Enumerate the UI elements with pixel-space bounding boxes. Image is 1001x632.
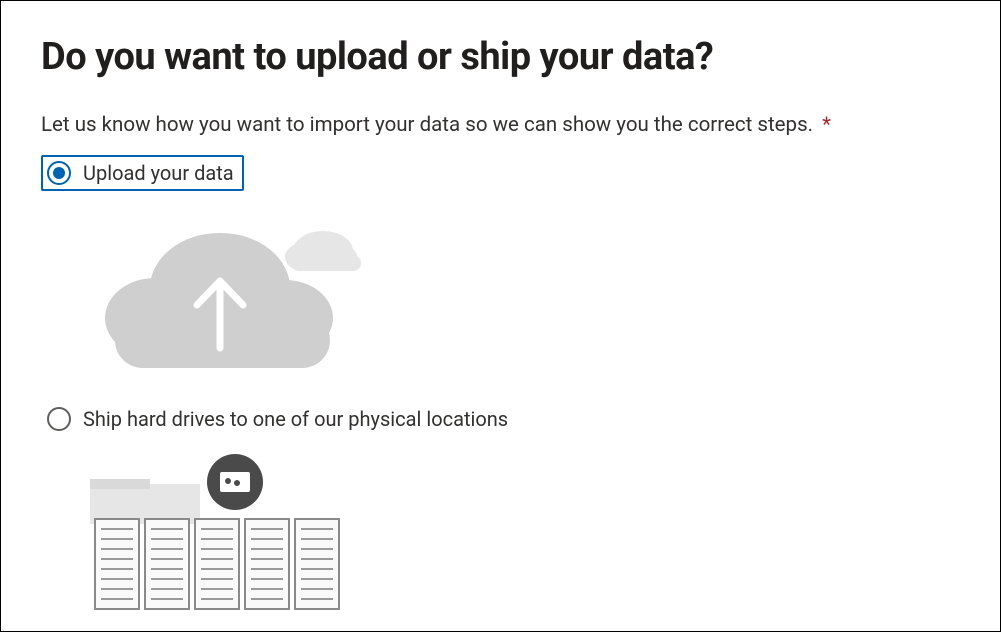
option-ship: Ship hard drives to one of our physical … [41,401,960,619]
radio-upload-label: Upload your data [83,161,234,185]
cloud-upload-icon [85,203,385,373]
cloud-upload-illustration [85,203,960,373]
radio-dot-icon [53,413,65,425]
radio-ship-label: Ship hard drives to one of our physical … [83,407,508,431]
instruction-body: Let us know how you want to import your … [41,113,813,137]
datacenter-icon [85,449,355,619]
option-upload: Upload your data [41,155,960,373]
radio-upload[interactable]: Upload your data [41,155,244,191]
instruction-text: Let us know how you want to import your … [41,113,960,137]
required-mark: * [822,113,831,137]
datacenter-illustration [85,449,960,619]
radio-ship[interactable]: Ship hard drives to one of our physical … [41,401,518,437]
radio-circle-icon [47,161,71,185]
radio-dot-icon [53,167,65,179]
radio-circle-icon [47,407,71,431]
page-title: Do you want to upload or ship your data? [41,35,960,79]
